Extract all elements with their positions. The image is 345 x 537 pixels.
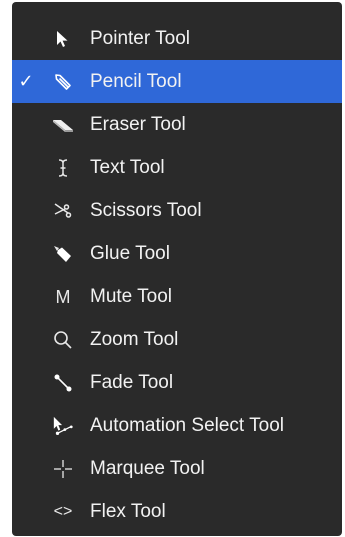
menu-item-pencil-tool[interactable]: ✓ Pencil Tool [12, 60, 342, 103]
menu-item-label: Eraser Tool [90, 113, 186, 135]
menu-item-fade-tool[interactable]: Fade Tool [12, 361, 342, 404]
magnifier-icon [52, 329, 74, 351]
crosshair-icon [52, 458, 74, 480]
menu-item-scissors-tool[interactable]: Scissors Tool [12, 189, 342, 232]
menu-item-pointer-tool[interactable]: Pointer Tool [12, 17, 342, 60]
scissors-icon [52, 200, 74, 222]
flex-icon: <> [53, 502, 73, 520]
pointer-arrow-icon [52, 28, 74, 50]
eraser-icon [52, 114, 74, 136]
menu-item-marquee-tool[interactable]: Marquee Tool [12, 447, 342, 490]
checkmark-icon: ✓ [18, 71, 34, 91]
menu-item-label: Flex Tool [90, 500, 166, 522]
menu-item-label: Automation Select Tool [90, 414, 284, 436]
menu-item-label: Glue Tool [90, 242, 170, 264]
text-cursor-icon [52, 157, 74, 179]
menu-item-zoom-tool[interactable]: Zoom Tool [12, 318, 342, 361]
menu-item-label: Mute Tool [90, 285, 173, 307]
mute-icon: M [55, 286, 71, 307]
menu-item-flex-tool[interactable]: <> Flex Tool [12, 490, 342, 533]
pencil-icon [52, 71, 74, 93]
menu-item-automation-select-tool[interactable]: Automation Select Tool [12, 404, 342, 447]
menu-item-label: Text Tool [90, 156, 165, 178]
tool-menu: Pointer Tool ✓ Pencil Tool Eraser Tool T… [12, 2, 342, 536]
automation-select-icon [52, 415, 74, 437]
menu-item-mute-tool[interactable]: M Mute Tool [12, 275, 342, 318]
glue-icon [52, 243, 74, 265]
menu-item-label: Pencil Tool [90, 70, 182, 92]
menu-item-text-tool[interactable]: Text Tool [12, 146, 342, 189]
menu-item-label: Marquee Tool [90, 457, 205, 479]
menu-item-eraser-tool[interactable]: Eraser Tool [12, 103, 342, 146]
fade-icon [52, 372, 74, 394]
menu-item-glue-tool[interactable]: Glue Tool [12, 232, 342, 275]
menu-item-label: Fade Tool [90, 371, 174, 393]
menu-item-label: Zoom Tool [90, 328, 179, 350]
menu-item-label: Pointer Tool [90, 27, 190, 49]
menu-item-label: Scissors Tool [90, 199, 202, 221]
